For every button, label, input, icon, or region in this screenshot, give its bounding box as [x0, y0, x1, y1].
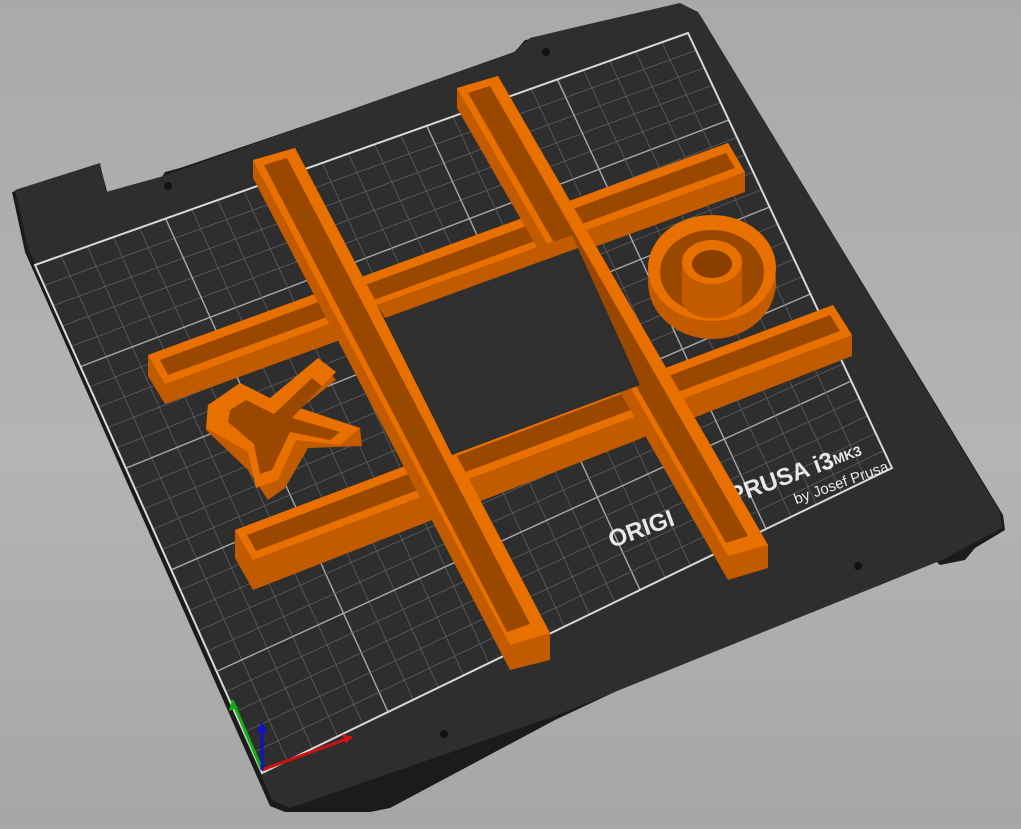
3d-viewport[interactable]: ORIGI PRUSA i3 MK3 by Josef Prusa — [0, 0, 1021, 824]
bed-hole — [164, 182, 172, 190]
scene-canvas[interactable]: ORIGI PRUSA i3 MK3 by Josef Prusa — [0, 0, 1021, 824]
bed-hole — [440, 730, 448, 738]
bed-hole — [854, 562, 862, 570]
bed-hole — [542, 48, 550, 56]
o-piece-core-bottom — [682, 282, 742, 318]
o-piece[interactable] — [648, 215, 776, 339]
o-piece-core-hole — [692, 250, 732, 278]
